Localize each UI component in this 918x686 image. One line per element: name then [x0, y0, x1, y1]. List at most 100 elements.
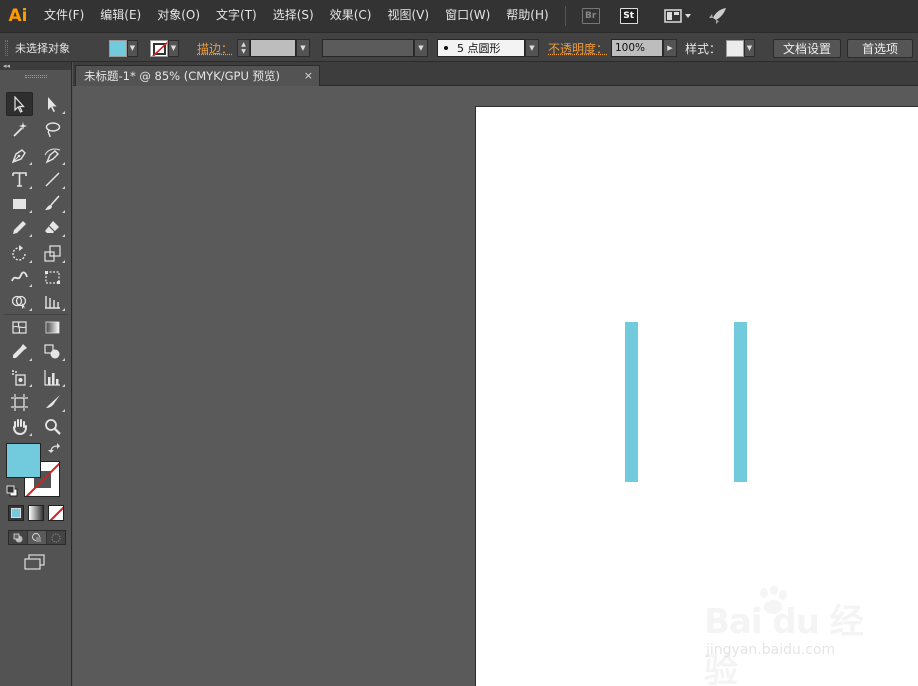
draw-inside-button[interactable] [47, 531, 65, 544]
draw-normal-button[interactable] [9, 531, 28, 544]
slice-tool[interactable] [39, 390, 66, 414]
opacity-label[interactable]: 不透明度： [548, 33, 608, 63]
vertical-bar-right[interactable] [734, 322, 747, 482]
swap-fill-stroke-icon[interactable] [48, 443, 62, 455]
pencil-tool[interactable] [6, 215, 33, 239]
workspace-switcher-icon[interactable] [663, 7, 692, 25]
draw-behind-icon [32, 532, 41, 542]
artboard-icon [11, 393, 28, 411]
gradient-mode-button[interactable] [28, 505, 44, 521]
stock-icon[interactable]: St [619, 7, 638, 25]
artboard[interactable] [475, 106, 918, 686]
fill-stroke-widget [5, 442, 65, 500]
graphic-style-swatch[interactable] [726, 39, 744, 57]
brush-field[interactable]: 5 点圆形 [437, 39, 525, 57]
bridge-icon[interactable]: Br [581, 7, 600, 25]
rotate-tool[interactable] [6, 241, 33, 265]
stroke-label[interactable]: 描边： [197, 33, 233, 63]
menu-effect[interactable]: 效果(C) [322, 0, 380, 32]
document-setup-wrap: 文档设置 [773, 33, 842, 63]
screen-mode-button[interactable] [24, 554, 46, 573]
direct-selection-tool[interactable] [39, 92, 66, 116]
menu-window[interactable]: 窗口(W) [437, 0, 498, 32]
tool-row [6, 167, 66, 191]
column-graph-icon [44, 369, 60, 386]
chevron-down-icon[interactable]: ▼ [168, 39, 179, 57]
tools-grip[interactable] [0, 70, 71, 82]
color-mode-button[interactable] [8, 505, 24, 521]
document-tab[interactable]: 未标题-1* @ 85% (CMYK/GPU 预览) × [75, 65, 320, 86]
none-mode-button[interactable] [48, 505, 64, 521]
blend-tool[interactable] [39, 339, 66, 363]
canvas-area[interactable] [73, 86, 918, 686]
menu-type[interactable]: 文字(T) [208, 0, 265, 32]
width-profile-field[interactable] [322, 39, 414, 57]
curvature-tool[interactable] [39, 143, 66, 167]
graphic-style-dropdown[interactable]: ▼ [726, 33, 755, 63]
stroke-weight-input[interactable] [250, 39, 296, 57]
stroke-weight-stepper[interactable]: ▲ ▼ [237, 39, 250, 57]
hand-tool[interactable] [6, 414, 33, 438]
line-segment-tool[interactable] [39, 167, 66, 191]
close-icon[interactable]: × [304, 69, 313, 82]
chevron-down-icon[interactable]: ▼ [296, 39, 310, 57]
paintbrush-icon [45, 194, 60, 210]
tools-panel: ◂◂ [0, 62, 72, 686]
brush-definition[interactable]: 5 点圆形 ▼ [437, 33, 539, 63]
document-setup-button[interactable]: 文档设置 [773, 38, 842, 58]
eraser-tool[interactable] [39, 215, 66, 239]
chevron-down-icon[interactable]: ▼ [127, 39, 138, 57]
menu-help[interactable]: 帮助(H) [498, 0, 556, 32]
rectangle-tool[interactable] [6, 191, 33, 215]
chevron-down-icon[interactable]: ▼ [525, 39, 539, 57]
draw-behind-button[interactable] [28, 531, 47, 544]
menu-view[interactable]: 视图(V) [379, 0, 437, 32]
artboard-tool[interactable] [6, 390, 33, 414]
zoom-tool[interactable] [39, 414, 66, 438]
default-fill-stroke-icon[interactable] [6, 485, 18, 497]
lasso-tool[interactable] [39, 117, 66, 141]
type-tool[interactable] [6, 167, 33, 191]
control-bar-grip[interactable] [5, 40, 8, 56]
publish-rocket-icon[interactable] [708, 7, 728, 25]
blend-icon [44, 343, 60, 358]
eyedropper-tool[interactable] [6, 339, 33, 363]
tools-collapse-button[interactable]: ◂◂ [0, 62, 71, 70]
stroke-swatch-dropdown[interactable]: ▼ [150, 33, 179, 63]
variable-width-profile[interactable]: ▼ [322, 33, 428, 63]
gradient-tool[interactable] [39, 315, 66, 339]
chevron-down-icon[interactable]: ▼ [744, 39, 755, 57]
mesh-tool[interactable] [6, 315, 33, 339]
magic-wand-tool[interactable] [6, 117, 33, 141]
menu-edit[interactable]: 编辑(E) [92, 0, 149, 32]
free-transform-tool[interactable] [39, 265, 66, 289]
preferences-button[interactable]: 首选项 [847, 38, 914, 58]
chevron-right-icon[interactable]: ▶ [663, 39, 677, 57]
draw-mode-buttons [8, 530, 66, 545]
menu-separator [564, 6, 566, 26]
scale-tool[interactable] [39, 241, 66, 265]
fill-swatch[interactable] [109, 39, 127, 57]
tool-row [6, 265, 66, 289]
shape-builder-tool[interactable] [6, 289, 33, 313]
menu-object[interactable]: 对象(O) [149, 0, 208, 32]
fill-color-box[interactable] [6, 443, 41, 478]
stroke-swatch[interactable] [150, 39, 168, 57]
stock-badge: St [619, 8, 638, 24]
paintbrush-tool[interactable] [39, 191, 66, 215]
app-logo: Ai [8, 6, 28, 26]
stroke-weight-control[interactable]: ▲ ▼ ▼ [237, 33, 310, 63]
chevron-down-icon[interactable]: ▼ [414, 39, 428, 57]
opacity-input[interactable]: 100% [611, 39, 663, 57]
perspective-grid-tool[interactable] [39, 289, 66, 313]
opacity-control[interactable]: 100% ▶ [611, 33, 677, 63]
selection-tool[interactable] [6, 92, 33, 116]
menu-select[interactable]: 选择(S) [265, 0, 322, 32]
menu-file[interactable]: 文件(F) [36, 0, 92, 32]
symbol-sprayer-tool[interactable] [6, 365, 33, 389]
column-graph-tool[interactable] [39, 365, 66, 389]
fill-swatch-dropdown[interactable]: ▼ [109, 33, 138, 63]
vertical-bar-left[interactable] [625, 322, 638, 482]
pen-tool[interactable] [6, 143, 33, 167]
width-tool[interactable] [6, 265, 33, 289]
